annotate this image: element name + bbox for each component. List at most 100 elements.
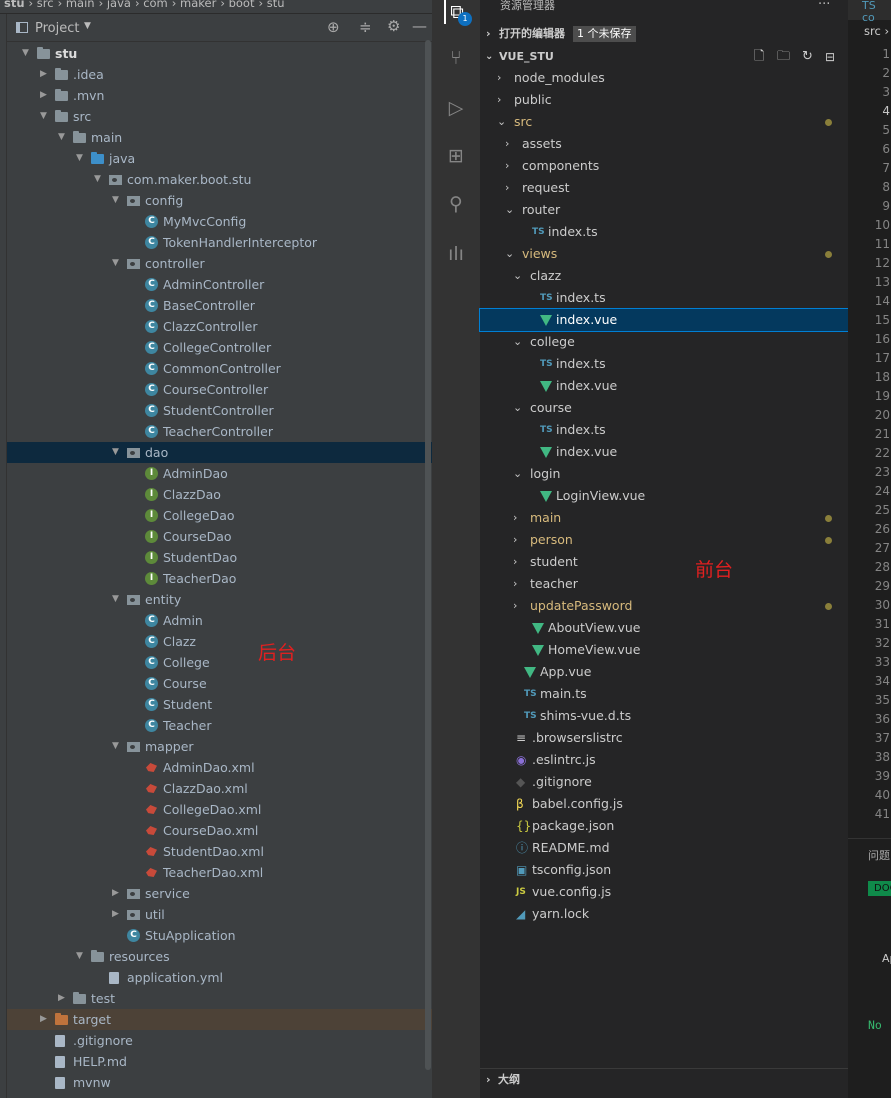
explorer-item[interactable]: › node_modules [480, 67, 848, 89]
tree-row[interactable]: C ClazzController [7, 316, 432, 337]
explorer-item[interactable]: ⌄ login [480, 463, 848, 485]
tree-row[interactable]: C StuApplication [7, 925, 432, 946]
tree-row[interactable]: C Teacher [7, 715, 432, 736]
editor-tab[interactable]: TS co [848, 0, 891, 24]
explorer-item[interactable]: index.vue [479, 308, 849, 332]
tree-row[interactable]: mvnw [7, 1072, 432, 1093]
breadcrumb-item[interactable]: › boot [220, 0, 254, 10]
tree-row[interactable]: ▼ com.maker.boot.stu [7, 169, 432, 190]
tree-row[interactable]: ClazzDao.xml [7, 778, 432, 799]
explorer-item[interactable]: ◆ .gitignore [480, 771, 848, 793]
breadcrumb-item[interactable]: › java [99, 0, 131, 10]
tree-row[interactable]: AdminDao.xml [7, 757, 432, 778]
explorer-item[interactable]: ⌄ router [480, 199, 848, 221]
refresh-icon[interactable]: ↻ [802, 46, 813, 68]
tree-row[interactable]: ▼ config [7, 190, 432, 211]
tree-row[interactable]: I TeacherDao [7, 568, 432, 589]
expand-down-icon[interactable]: ▼ [94, 169, 104, 190]
tree-row[interactable]: HELP.md [7, 1051, 432, 1072]
new-folder-icon[interactable]: 🗀 [777, 46, 790, 68]
tree-row[interactable]: ▼ resources [7, 946, 432, 967]
explorer-item[interactable]: JS vue.config.js [480, 881, 848, 903]
explorer-item[interactable]: TS index.ts [480, 419, 848, 441]
outline-section[interactable]: › 大纲 [480, 1068, 848, 1090]
project-section[interactable]: ⌄ VUE_STU 🗋 🗀 ↻ ⊟ [480, 46, 848, 68]
tree-row[interactable]: ▼ mapper [7, 736, 432, 757]
tree-row[interactable]: C Student [7, 694, 432, 715]
tree-row[interactable]: C TokenHandlerInterceptor [7, 232, 432, 253]
tree-row[interactable]: C Course [7, 673, 432, 694]
expand-down-icon[interactable]: ▼ [112, 442, 122, 463]
explorer-item[interactable]: β babel.config.js [480, 793, 848, 815]
explorer-item[interactable]: ◢ yarn.lock [480, 903, 848, 925]
explorer-item[interactable]: index.vue [480, 375, 848, 397]
extensions-icon[interactable]: ⊞ [444, 144, 468, 168]
collapse-folders-icon[interactable]: ⊟ [825, 46, 835, 68]
tree-row[interactable]: I CollegeDao [7, 505, 432, 526]
expand-down-icon[interactable]: ▼ [112, 589, 122, 610]
tree-row[interactable]: ▼ controller [7, 253, 432, 274]
more-actions-icon[interactable]: ··· [818, 0, 830, 11]
expand-right-icon[interactable]: ▶ [58, 988, 68, 1009]
minimize-icon[interactable]: — [412, 17, 427, 35]
explorer-item[interactable]: › request [480, 177, 848, 199]
explorer-item[interactable]: ⌄ clazz [480, 265, 848, 287]
tree-row[interactable]: I ClazzDao [7, 484, 432, 505]
tree-row[interactable]: C Admin [7, 610, 432, 631]
expand-down-icon[interactable]: ▼ [76, 148, 86, 169]
explorer-item[interactable]: › student [480, 551, 848, 573]
tree-row[interactable]: ▼ java [7, 148, 432, 169]
expand-right-icon[interactable]: ▶ [112, 883, 122, 904]
explorer-item[interactable]: › updatePassword [480, 595, 848, 617]
tree-row[interactable]: C MyMvcConfig [7, 211, 432, 232]
expand-down-icon[interactable]: ▼ [112, 190, 122, 211]
run-debug-icon[interactable]: ▷ [444, 96, 468, 120]
tree-row[interactable]: I AdminDao [7, 463, 432, 484]
explorer-item[interactable]: ⌄ course [480, 397, 848, 419]
tree-row[interactable]: C CommonController [7, 358, 432, 379]
explorer-item[interactable]: ▣ tsconfig.json [480, 859, 848, 881]
explorer-item[interactable]: TS shims-vue.d.ts [480, 705, 848, 727]
chart-icon[interactable]: ılı [444, 242, 468, 266]
explorer-item[interactable]: ≡ .browserslistrc [480, 727, 848, 749]
tree-row[interactable]: C College [7, 652, 432, 673]
explorer-item[interactable]: TS index.ts [480, 221, 848, 243]
project-title[interactable]: Project [35, 21, 79, 36]
tree-row[interactable]: CourseDao.xml [7, 820, 432, 841]
project-scrollbar[interactable] [425, 40, 431, 1070]
tree-row[interactable]: C TeacherController [7, 421, 432, 442]
tree-row[interactable]: ▶ service [7, 883, 432, 904]
expand-down-icon[interactable]: ▼ [22, 43, 32, 64]
explorer-item[interactable]: App.vue [480, 661, 848, 683]
explorer-item[interactable]: ⌄ src [480, 111, 848, 133]
tree-row[interactable]: ▶ util [7, 904, 432, 925]
explorer-item[interactable]: TS index.ts [480, 353, 848, 375]
explorer-item[interactable]: ⌄ views [480, 243, 848, 265]
tree-row[interactable]: C CollegeController [7, 337, 432, 358]
expand-down-icon[interactable]: ▼ [58, 127, 68, 148]
expand-right-icon[interactable]: ▶ [40, 1009, 50, 1030]
breadcrumb-item[interactable]: › src [29, 0, 54, 10]
explorer-item[interactable]: AboutView.vue [480, 617, 848, 639]
tree-row[interactable]: C BaseController [7, 295, 432, 316]
tree-row[interactable]: C AdminController [7, 274, 432, 295]
explorer-item[interactable]: HomeView.vue [480, 639, 848, 661]
explorer-item[interactable]: › person [480, 529, 848, 551]
gear-icon[interactable]: ⚙ [387, 17, 400, 35]
explorer-item[interactable]: ◉ .eslintrc.js [480, 749, 848, 771]
open-editors-section[interactable]: › 打开的编辑器 1 个未保存 [480, 23, 848, 45]
explorer-item[interactable]: index.vue [480, 441, 848, 463]
tree-row[interactable]: ▼ src [7, 106, 432, 127]
tree-row[interactable]: ▶ .idea [7, 64, 432, 85]
tree-row[interactable]: application.yml [7, 967, 432, 988]
breadcrumb-item[interactable]: stu [4, 0, 25, 10]
search-icon[interactable]: ⚲ [444, 192, 468, 216]
expand-down-icon[interactable]: ▼ [40, 106, 50, 127]
tree-row[interactable]: StudentDao.xml [7, 841, 432, 862]
tree-row[interactable]: TeacherDao.xml [7, 862, 432, 883]
breadcrumb-item[interactable]: › main [58, 0, 95, 10]
breadcrumb-item[interactable]: › com [135, 0, 168, 10]
explorer-item[interactable]: › teacher [480, 573, 848, 595]
tree-row[interactable]: ▶ .mvn [7, 85, 432, 106]
explorer-item[interactable]: › components [480, 155, 848, 177]
